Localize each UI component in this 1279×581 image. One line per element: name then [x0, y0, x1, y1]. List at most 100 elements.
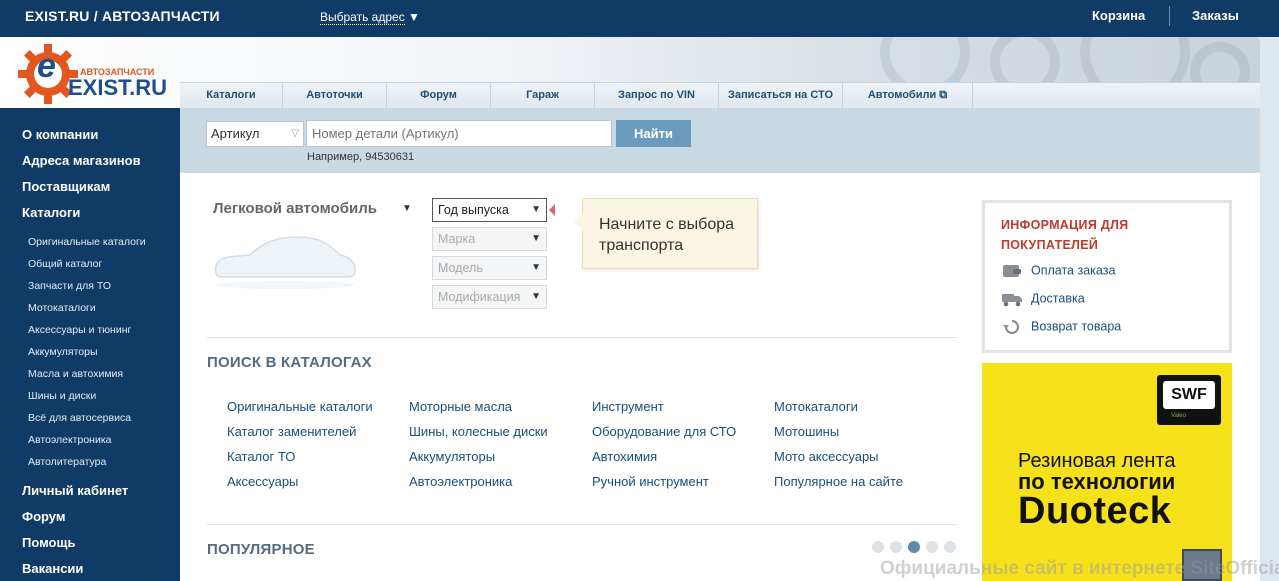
catalog-link[interactable]: Шины, колесные диски [409, 424, 548, 439]
logo-letter: e [37, 47, 56, 85]
return-label: Возврат товара [1031, 319, 1122, 334]
sidebar-subitem[interactable]: Общий каталог [28, 258, 102, 270]
sidebar-subitem[interactable]: Запчасти для ТО [28, 280, 111, 292]
catalog-link[interactable]: Оборудование для СТО [592, 424, 736, 439]
carousel-dot-active[interactable] [908, 541, 920, 553]
catalog-link[interactable]: Мотокаталоги [774, 399, 858, 414]
nav-tab-service-points[interactable]: Автоточки [283, 83, 387, 109]
brand-select[interactable]: Марка ▼ [432, 227, 547, 251]
vehicle-hint-tooltip: Начните с выбора транспорта [574, 198, 758, 269]
orders-link[interactable]: Заказы [1192, 8, 1239, 23]
search-type-select[interactable]: Артикул ▽ [206, 121, 304, 147]
sidebar-subitem[interactable]: Мотокаталоги [28, 302, 96, 314]
sidebar-subitem[interactable]: Всё для автосервиса [28, 412, 131, 424]
vehicle-type-select[interactable]: Легковой автомобиль [213, 200, 377, 217]
chevron-down-icon: ▼ [531, 291, 541, 302]
pointer-arrow-icon [549, 204, 555, 216]
sidebar-subitem[interactable]: Масла и автохимия [28, 368, 123, 380]
year-select[interactable]: Год выпуска ▼ [432, 198, 547, 222]
car-silhouette-icon [214, 236, 356, 289]
chevron-down-icon: ▼ [531, 262, 541, 273]
chevron-down-icon[interactable]: ▼ [402, 203, 412, 214]
payment-link[interactable]: Оплата заказа [1001, 263, 1115, 279]
nav-tab-cars[interactable]: Автомобили ⧉ [843, 83, 973, 109]
return-link[interactable]: Возврат товара [1001, 319, 1121, 335]
swf-logo-text: SWF [1163, 381, 1215, 409]
chevron-down-icon: ▼ [531, 204, 541, 215]
nav-tab-garage[interactable]: Гараж [491, 83, 595, 109]
logo-name: EXIST.RU [68, 75, 168, 100]
modification-select[interactable]: Модификация ▼ [432, 285, 547, 309]
site-brand[interactable]: EXIST.RU / АВТОЗАПЧАСТИ [25, 8, 220, 24]
sidebar-subitem[interactable]: Аксессуары и тюнинг [28, 324, 131, 336]
catalog-link[interactable]: Аккумуляторы [409, 449, 495, 464]
chevron-down-icon: ▼ [408, 10, 420, 24]
tooltip-text: Начните с выбора транспорта [599, 216, 735, 254]
carousel-dot[interactable] [944, 541, 956, 553]
divider [207, 337, 957, 338]
site-logo[interactable]: e АВТОЗАПЧАСТИ EXIST.RU [18, 44, 168, 104]
choose-address-link[interactable]: Выбрать адрес ▼ [320, 10, 420, 25]
catalog-link[interactable]: Оригинальные каталоги [227, 399, 373, 414]
catalog-link[interactable]: Мото аксессуары [774, 449, 879, 464]
sidebar-subitem[interactable]: Аккумуляторы [28, 346, 98, 358]
catalog-link[interactable]: Ручной инструмент [592, 474, 709, 489]
catalog-link[interactable]: Моторные масла [409, 399, 512, 414]
sidebar-item-jobs[interactable]: Вакансии [22, 561, 83, 576]
sidebar-item-forum[interactable]: Форум [22, 509, 65, 524]
carousel-dot[interactable] [890, 541, 902, 553]
sidebar-subitem[interactable]: Автоэлектроника [28, 434, 112, 446]
catalog-link[interactable]: Каталог заменителей [227, 424, 356, 439]
buyer-info-title: ИНФОРМАЦИЯ ДЛЯ ПОКУПАТЕЛЕЙ [1001, 218, 1129, 252]
sidebar-item-stores[interactable]: Адреса магазинов [22, 153, 141, 168]
model-select[interactable]: Модель ▼ [432, 256, 547, 280]
modification-select-label: Модификация [438, 290, 521, 304]
catalog-search-title: ПОИСК В КАТАЛОГАХ [207, 354, 372, 371]
sidebar-subitem[interactable]: Шины и диски [28, 390, 96, 402]
top-divider [1169, 6, 1170, 26]
tooltip-arrow [574, 213, 583, 231]
find-button[interactable]: Найти [616, 120, 691, 147]
carousel-dots [872, 541, 956, 553]
nav-tab-vin-request[interactable]: Запрос по VIN [595, 83, 719, 109]
swf-logo: SWF Valeo [1157, 375, 1221, 425]
catalog-link[interactable]: Каталог ТО [227, 449, 295, 464]
search-bar: Артикул ▽ Найти Например, 94530631 [180, 108, 1260, 173]
return-icon [1003, 319, 1020, 335]
sidebar-item-about[interactable]: О компании [22, 127, 98, 142]
popular-title: ПОПУЛЯРНОЕ [207, 541, 315, 558]
top-bar: EXIST.RU / АВТОЗАПЧАСТИ Выбрать адрес ▼ … [0, 0, 1279, 37]
left-sidebar: О компании Адреса магазинов Поставщикам … [0, 108, 180, 581]
catalog-link[interactable]: Инструмент [592, 399, 664, 414]
main-nav: Каталоги Автоточки Форум Гараж Запрос по… [180, 82, 1260, 109]
sidebar-subitem[interactable]: Оригинальные каталоги [28, 236, 146, 248]
advertisement-banner[interactable]: SWF Valeo Резиновая лента по технологии … [982, 363, 1232, 581]
catalog-link[interactable]: Аксессуары [227, 474, 298, 489]
delivery-link[interactable]: Доставка [1001, 291, 1085, 307]
nav-tab-catalogs[interactable]: Каталоги [180, 83, 283, 109]
chevron-down-icon: ▼ [531, 233, 541, 244]
part-number-input[interactable] [306, 120, 612, 147]
truck-icon [1002, 294, 1022, 307]
sidebar-item-help[interactable]: Помощь [22, 535, 75, 550]
payment-label: Оплата заказа [1031, 263, 1116, 278]
sidebar-item-account[interactable]: Личный кабинет [22, 483, 128, 498]
ad-line-3: Duoteck [1018, 490, 1172, 532]
nav-tab-book-service[interactable]: Записаться на СТО [719, 83, 843, 109]
catalog-link[interactable]: Мотошины [774, 424, 839, 439]
catalog-link[interactable]: Автоэлектроника [409, 474, 512, 489]
cart-link[interactable]: Корзина [1092, 8, 1145, 23]
nav-tab-forum[interactable]: Форум [387, 83, 491, 109]
brand-select-label: Марка [438, 232, 476, 246]
sidebar-item-catalogs[interactable]: Каталоги [22, 205, 80, 220]
delivery-label: Доставка [1031, 291, 1085, 306]
catalog-link[interactable]: Автохимия [592, 449, 657, 464]
carousel-dot[interactable] [926, 541, 938, 553]
carousel-dot[interactable] [872, 541, 884, 553]
chevron-down-icon: ▽ [291, 128, 299, 139]
sidebar-item-suppliers[interactable]: Поставщикам [22, 179, 110, 194]
sidebar-subitem[interactable]: Автолитература [28, 456, 106, 468]
model-select-label: Модель [438, 261, 483, 275]
swf-logo-sub: Valeo [1171, 413, 1186, 419]
catalog-link[interactable]: Популярное на сайте [774, 474, 903, 489]
